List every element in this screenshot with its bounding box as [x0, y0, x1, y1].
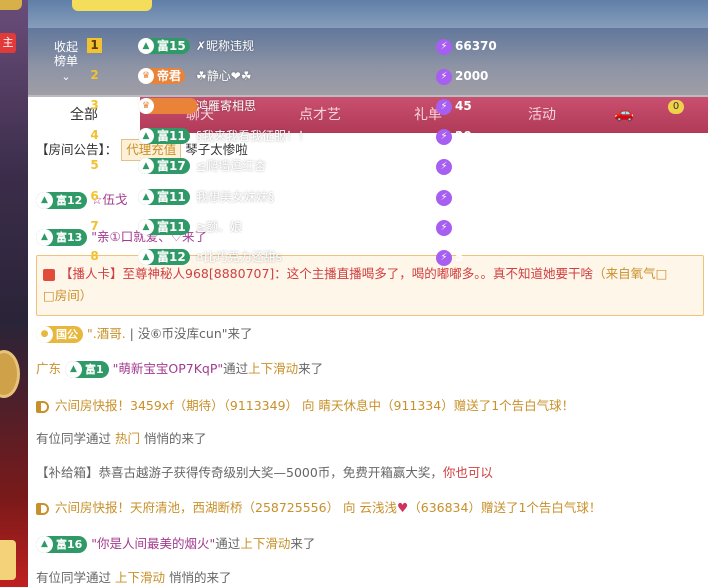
rank-number: 7: [90, 219, 99, 233]
broadcast-line-2[interactable]: □房间）: [43, 286, 92, 306]
list-item: 有位同学通过 上下滑动 悄悄的来了: [36, 570, 232, 585]
lightning-icon: ⚡: [436, 128, 452, 145]
rank-user-name: ≧额、娘: [196, 220, 243, 234]
rank-number: 3: [90, 98, 99, 112]
rank-row[interactable]: 5 ▲ 富17 ≦爬墙逗红杏 ⚡ 10: [84, 152, 644, 180]
list-item: 六间房快报！天府清池，西湖断桥（258725556） 向 云浅浅♥（636834…: [36, 498, 601, 518]
list-item: ● 国公 ".酒哥. | 没⑥币没库cun"来了: [36, 324, 253, 344]
collapse-rank-button[interactable]: 收起 榜单 ⌄: [48, 40, 84, 84]
rank-user-name: 鸿雁寄相思: [196, 99, 257, 113]
rank-row[interactable]: 3 ♛ 鸿雁寄相思 ⚡ 45: [84, 92, 644, 120]
rank-number: 5: [90, 158, 99, 172]
megaphone-icon: [36, 400, 49, 413]
wealth-level-badge: ▲ 富11: [138, 189, 190, 205]
rank-user-name: ✗昵称违规: [196, 39, 255, 53]
lightning-icon: ⚡: [436, 249, 452, 266]
user-name[interactable]: "萌新宝宝OP7KqP": [113, 361, 224, 376]
list-item: 【补给箱】恭喜古越游子获得传奇级别大奖—5000币，免费开箱赢大奖，你也可以: [36, 465, 493, 480]
rank-row[interactable]: 2 ♛ 帝君 ☘静心❤☘ ⚡ 2000: [84, 62, 644, 90]
rank-number: 4: [90, 128, 99, 142]
header-action-button[interactable]: [72, 0, 152, 11]
lightning-icon: ⚡: [436, 219, 452, 236]
rank-row[interactable]: 4 ▲ 富11 §我来我看我征服！！ ⚡ 20: [84, 122, 644, 150]
list-item: ▲ 富16 "你是人间最美的烟火"通过上下滑动来了: [36, 534, 315, 554]
stage-corner-decoration: [0, 0, 22, 10]
rank-score: ⚡ 45: [436, 97, 472, 115]
wealth-level-badge: ▲ 富11: [138, 219, 190, 235]
rank-score: ⚡ 5: [436, 248, 463, 266]
user-name[interactable]: ".酒哥.: [87, 326, 126, 341]
rank-number: 8: [90, 249, 99, 263]
rank-score: ⚡ 2000: [436, 67, 488, 85]
rank-user-name: ≦爬墙逗红杏: [196, 159, 267, 173]
region-label: 广东: [36, 361, 62, 376]
rank-score: ⚡ 66370: [436, 37, 497, 55]
host-tag: 主: [0, 33, 16, 53]
wealth-level-badge: ▲ 富12: [36, 192, 88, 209]
wealth-level-badge: ▲ 富1: [65, 361, 109, 378]
car-count-badge: 0: [668, 100, 684, 114]
rank-user-name: ☘静心❤☘: [196, 69, 252, 83]
rank-row[interactable]: 8 ▲ 富12 ¤比巧克力还甜s ⚡ 5: [84, 243, 644, 271]
list-item: 有位同学通过 热门 悄悄的来了: [36, 431, 207, 446]
broadcast-tv-icon: [43, 268, 55, 281]
megaphone-icon: [36, 502, 49, 515]
host-avatar-ring: [0, 350, 20, 398]
noble-rank-badge: ● 国公: [36, 326, 83, 343]
noble-rank-badge: ♛: [138, 98, 198, 114]
lightning-icon: ⚡: [436, 98, 452, 115]
rank-score: ⚡ 5: [436, 218, 463, 236]
video-stage-strip: 主: [0, 0, 28, 587]
wealth-level-badge: ▲ 富11: [138, 128, 190, 144]
wealth-level-badge: ▲ 富17: [138, 158, 190, 174]
rank-user-name: ¤比巧克力还甜s: [196, 250, 282, 264]
rank-score: ⚡ 20: [436, 127, 472, 145]
rank-user-name: §我来我看我征服！！: [196, 129, 311, 143]
rank-row[interactable]: 6 ▲ 富11 我想美女妹妹§ ⚡ 5: [84, 183, 644, 211]
rank-number: 1: [87, 38, 102, 53]
lightning-icon: ⚡: [436, 189, 452, 206]
rank-row[interactable]: 7 ▲ 富11 ≧额、娘 ⚡ 5: [84, 213, 644, 241]
collapse-label-line2: 榜单: [53, 54, 78, 68]
lightning-icon: ⚡: [436, 38, 452, 55]
rank-number: 2: [90, 68, 99, 82]
list-item: 六间房快报！3459xf（期待）（9113349） 向 睛天休息中（911334…: [36, 396, 574, 416]
noble-rank-badge: ♛ 帝君: [138, 68, 186, 84]
wealth-level-badge: ▲ 富15: [138, 38, 190, 54]
rank-number: 6: [90, 189, 99, 203]
user-name[interactable]: "你是人间最美的烟火": [91, 536, 215, 551]
chevron-down-icon: ⌄: [61, 70, 71, 83]
stage-badge: [0, 540, 16, 580]
heart-icon: ♥: [397, 500, 409, 515]
wealth-level-badge: ▲ 富16: [36, 536, 88, 553]
rank-score: ⚡ 10: [436, 157, 472, 175]
lightning-icon: ⚡: [436, 68, 452, 85]
wealth-level-badge: ▲ 富13: [36, 229, 88, 246]
rank-score: ⚡ 5: [436, 188, 463, 206]
collapse-label-line1: 收起: [53, 40, 78, 54]
lightning-icon: ⚡: [436, 158, 452, 175]
rank-row[interactable]: 1 ▲ 富15 ✗昵称违规 ⚡ 66370: [84, 32, 644, 60]
rank-user-name: 我想美女妹妹§: [196, 190, 275, 204]
wealth-level-badge: ▲ 富12: [138, 249, 190, 265]
list-item: 广东 ▲ 富1 "萌新宝宝OP7KqP"通过上下滑动来了: [36, 361, 324, 378]
